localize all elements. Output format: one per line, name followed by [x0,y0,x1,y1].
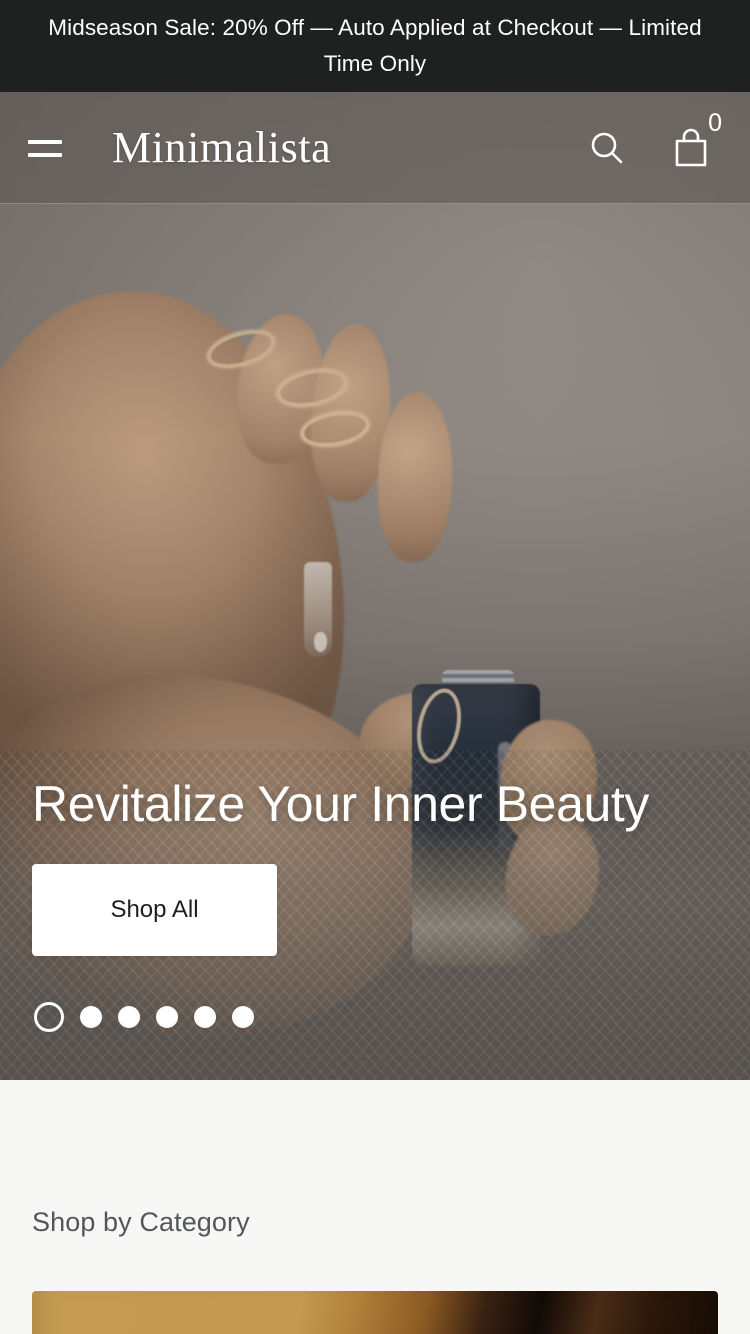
section-title: Shop by Category [32,1207,250,1237]
carousel-dot-4[interactable] [156,1006,178,1028]
header-actions: 0 [584,111,722,171]
site-header: Minimalista 0 [0,92,750,204]
carousel-dots [32,1002,718,1032]
carousel-dot-6[interactable] [232,1006,254,1028]
announcement-text: Midseason Sale: 20% Off — Auto Applied a… [48,15,702,76]
carousel-dot-5[interactable] [194,1006,216,1028]
hamburger-menu-icon[interactable] [28,122,80,174]
hero-title: Revitalize Your Inner Beauty [32,776,649,832]
search-icon[interactable] [584,125,630,171]
category-card[interactable] [32,1291,718,1334]
hamburger-bar-2 [28,152,62,157]
cart-count-badge: 0 [708,109,722,137]
shop-by-category-section: Shop by Category [0,1080,750,1334]
announcement-bar: Midseason Sale: 20% Off — Auto Applied a… [0,0,750,92]
shop-all-button[interactable]: Shop All [32,864,277,956]
site-logo[interactable]: Minimalista [112,126,331,170]
carousel-dot-1[interactable] [34,1002,64,1032]
hero-slideshow: Minimalista 0 Revitalize Your Inner Beau… [0,92,750,1080]
carousel-dot-3[interactable] [118,1006,140,1028]
hero-content: Revitalize Your Inner Beauty Shop All [0,776,750,1080]
mobile-storefront-page: Midseason Sale: 20% Off — Auto Applied a… [0,0,750,1334]
hamburger-bar-1 [28,139,62,144]
carousel-dot-2[interactable] [80,1006,102,1028]
cart-icon[interactable]: 0 [668,111,722,171]
